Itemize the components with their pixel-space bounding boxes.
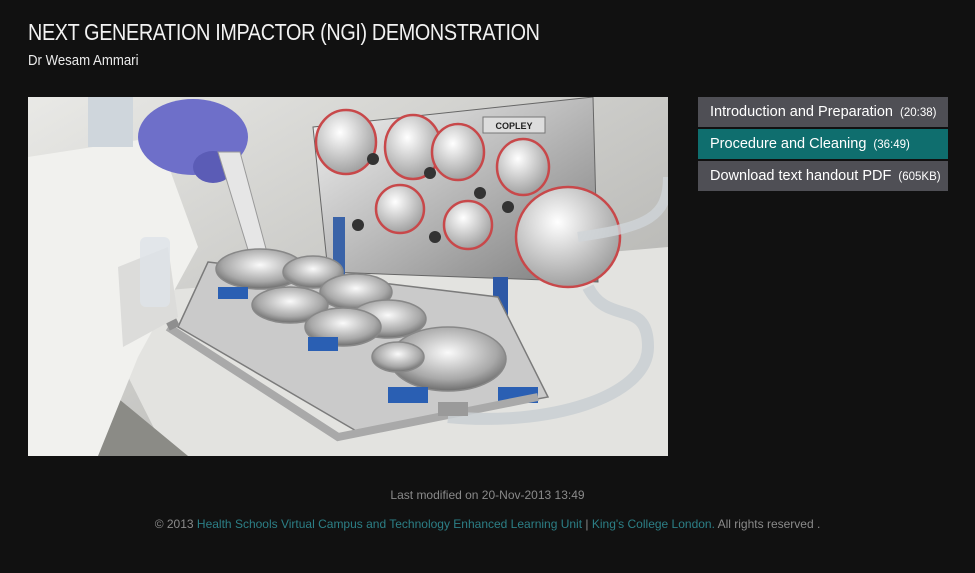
video-player[interactable]: COPLEY [28,97,668,456]
copley-label: COPLEY [495,121,532,131]
download-size: (605KB) [898,171,941,183]
unit-link[interactable]: Health Schools Virtual Campus and Techno… [197,517,582,531]
chapter-duration: (36:49) [873,139,910,151]
chapter-label: Introduction and Preparation [710,104,893,120]
page-title: NEXT GENERATION IMPACTOR (NGI) DEMONSTRA… [28,19,540,45]
author-name: Dr Wesam Ammari [28,52,139,69]
chapter-introduction-preparation[interactable]: Introduction and Preparation (20:38) [698,97,948,127]
footer-separator: | [585,517,589,531]
chapter-menu: Introduction and Preparation (20:38) Pro… [698,97,948,193]
chapter-label: Procedure and Cleaning [710,136,867,152]
video-frame-image: COPLEY [28,97,668,456]
kcl-link[interactable]: King's College London. [592,517,715,531]
footer: © 2013 Health Schools Virtual Campus and… [0,517,975,531]
chapter-duration: (20:38) [900,107,937,119]
chapter-procedure-cleaning[interactable]: Procedure and Cleaning (36:49) [698,129,948,159]
download-label: Download text handout PDF [710,168,892,184]
copyright-text: © 2013 [154,517,194,531]
download-handout-link[interactable]: Download text handout PDF (605KB) [698,161,948,191]
rights-text: All rights reserved . [717,517,821,531]
last-modified: Last modified on 20-Nov-2013 13:49 [390,488,585,502]
